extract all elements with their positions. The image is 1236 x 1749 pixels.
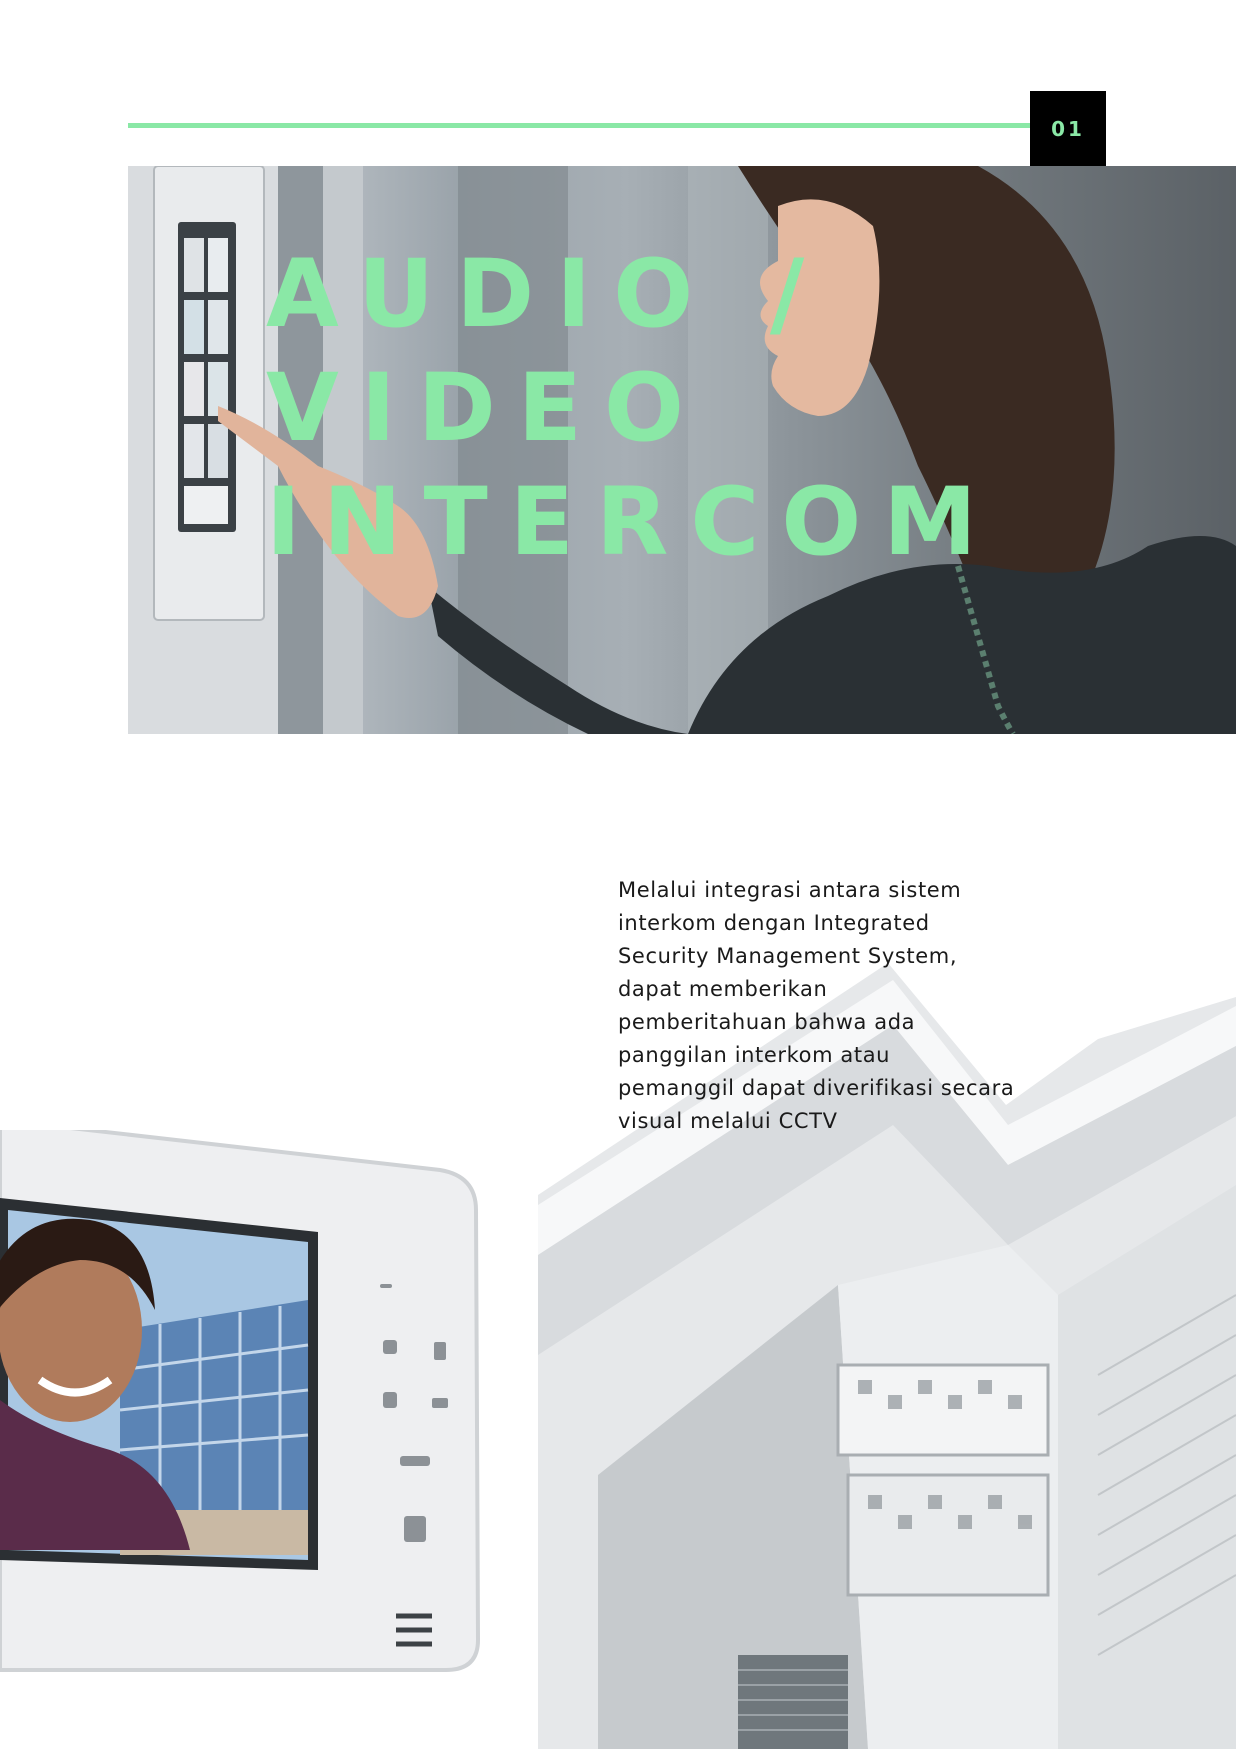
paragraph-line: panggilan interkom atau <box>618 1043 891 1067</box>
hero-title-line: AUDIO / <box>266 240 827 349</box>
body-paragraph: Melalui integrasi antara sistem interkom… <box>618 874 1058 1138</box>
screen-tile <box>184 424 204 478</box>
screen-tile <box>208 238 228 292</box>
paragraph-line: pemberitahuan bahwa ada <box>618 1010 916 1034</box>
hero-title: AUDIO / VIDEO INTERCOM <box>266 238 1066 580</box>
screen-tile <box>184 486 228 524</box>
paragraph-line: visual melalui CCTV <box>618 1109 838 1133</box>
balcony <box>836 1363 1050 1457</box>
paragraph-line: Melalui integrasi antara sistem <box>618 878 962 902</box>
document-page: 01 AUDIO / VIDEO INTERCOM Melalui integr… <box>0 0 1236 1749</box>
header-accent-line <box>128 123 1030 128</box>
hero-title-line: VIDEO <box>266 354 706 463</box>
screen-tile <box>184 362 204 416</box>
page-number: 01 <box>1051 117 1085 141</box>
hero-title-line: INTERCOM <box>266 468 999 577</box>
page-number-badge: 01 <box>1030 91 1106 167</box>
screen-tile <box>184 300 204 354</box>
paragraph-line: dapat memberikan <box>618 977 828 1001</box>
intercom-monitor-photo <box>0 1117 481 1680</box>
paragraph-line: pemanggil dapat diverifikasi secara <box>618 1076 1015 1100</box>
balcony <box>846 1473 1050 1597</box>
screen-tile <box>184 238 204 292</box>
screen-tile <box>208 300 228 354</box>
monitor-illustration <box>0 1117 481 1672</box>
screen-tile <box>208 424 228 478</box>
paragraph-line: interkom dengan Integrated <box>618 911 930 935</box>
paragraph-line: Security Management System, <box>618 944 958 968</box>
